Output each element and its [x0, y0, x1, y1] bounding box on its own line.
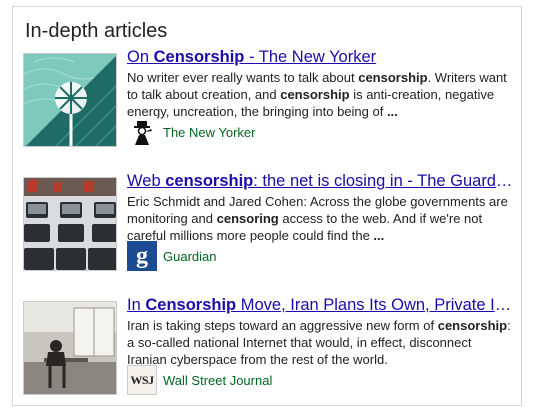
- windmill-illustration-icon[interactable]: [23, 53, 117, 147]
- article-item: On Censorship - The New Yorker No writer…: [23, 47, 513, 147]
- article-item: Web censorship: the net is closing in - …: [23, 171, 513, 271]
- article-source[interactable]: g Guardian: [127, 241, 216, 271]
- source-name: Guardian: [163, 248, 217, 264]
- source-name: The New Yorker: [163, 124, 256, 140]
- snippet-text: Iran is taking steps toward an aggressiv…: [127, 318, 438, 333]
- article-content: Web censorship: the net is closing in - …: [127, 171, 513, 244]
- source-name: Wall Street Journal: [163, 372, 273, 388]
- article-title-link[interactable]: On Censorship - The New Yorker: [127, 47, 513, 68]
- article-snippet: Eric Schmidt and Jared Cohen: Across the…: [127, 193, 513, 244]
- article-source[interactable]: The New Yorker: [127, 117, 256, 147]
- snippet-keyword: censorship: [358, 70, 428, 85]
- article-content: On Censorship - The New Yorker No writer…: [127, 47, 513, 120]
- in-depth-articles-panel: In-depth articles On Censorship - The Ne…: [12, 6, 522, 406]
- snippet-keyword: ...: [386, 104, 398, 119]
- article-title-link[interactable]: Web censorship: the net is closing in - …: [127, 171, 513, 192]
- article-content: In Censorship Move, Iran Plans Its Own, …: [127, 295, 513, 368]
- snippet-keyword: ...: [373, 228, 385, 243]
- panel-heading: In-depth articles: [25, 20, 168, 42]
- snippet-text: No writer ever really wants to talk abou…: [127, 70, 359, 85]
- article-item: In Censorship Move, Iran Plans Its Own, …: [23, 295, 513, 395]
- article-source[interactable]: WSJ Wall Street Journal: [127, 365, 272, 395]
- snippet-keyword: censorship: [437, 318, 508, 333]
- snippet-keyword: censorship: [280, 87, 350, 102]
- eustace-tilley-icon: [127, 117, 157, 147]
- guardian-logo: g: [127, 241, 157, 271]
- person-at-desk-photo-icon[interactable]: [23, 301, 117, 395]
- snippet-keyword: censoring: [216, 211, 279, 226]
- article-snippet: Iran is taking steps toward an aggressiv…: [127, 317, 513, 368]
- wsj-logo: WSJ: [127, 365, 157, 395]
- article-title-link[interactable]: In Censorship Move, Iran Plans Its Own, …: [127, 295, 513, 316]
- article-snippet: No writer ever really wants to talk abou…: [127, 69, 513, 120]
- internet-cafe-monitors-photo-icon[interactable]: [23, 177, 117, 271]
